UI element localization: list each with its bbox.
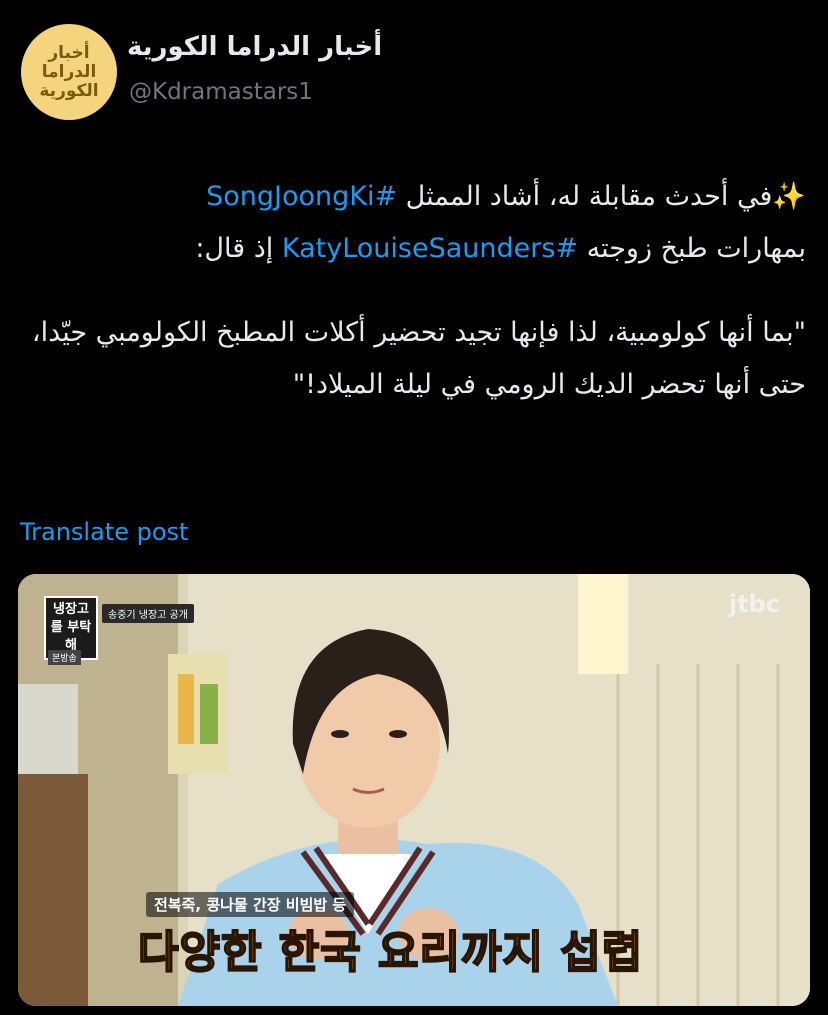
subtitle-caption-main: 다양한 한국 요리까지 섭렵 — [137, 926, 644, 979]
post-text: ✨في أحدث مقابلة له، أشاد الممثل #SongJoo… — [16, 171, 806, 411]
broadcaster-watermark: jtbc — [728, 590, 780, 618]
show-episode-tag: 송중기 냉장고 공개 — [102, 604, 194, 623]
avatar-logo-text: أخبار الدراما الكورية — [39, 42, 99, 101]
translate-post-link[interactable]: Translate post — [20, 518, 188, 546]
post-line-2-text: بمهارات طبخ زوجته — [578, 233, 806, 264]
post-quote: "بما أنها كولومبية، لذا فإنها تجيد تحضير… — [31, 317, 806, 400]
post-line-2: بمهارات طبخ زوجته #KatyLouiseSaunders إذ… — [16, 223, 806, 275]
avatar[interactable]: أخبار الدراما الكورية — [21, 24, 117, 120]
post-line-1: ✨في أحدث مقابلة له، أشاد الممثل #SongJoo… — [16, 171, 806, 223]
replay-tag: 본방송 — [48, 650, 81, 665]
hashtag-songjoongki-link[interactable]: #SongJoongKi — [206, 181, 397, 212]
display-name[interactable]: أخبار الدراما الكورية — [127, 32, 382, 62]
post-line-1-text: ✨في أحدث مقابلة له، أشاد الممثل — [397, 181, 806, 212]
subtitle-caption-small: 전복죽, 콩나물 간장 비빔밥 등 — [146, 892, 355, 917]
post-line-2-suffix: إذ قال: — [195, 233, 282, 264]
hashtag-katylouisesaunders-link[interactable]: #KatyLouiseSaunders — [282, 233, 578, 264]
post-media-image[interactable]: 냉장고를 부탁해 송중기 냉장고 공개 본방송 jtbc 전복죽, 콩나물 간장… — [18, 574, 810, 1006]
account-handle[interactable]: @Kdramastars1 — [129, 79, 313, 105]
